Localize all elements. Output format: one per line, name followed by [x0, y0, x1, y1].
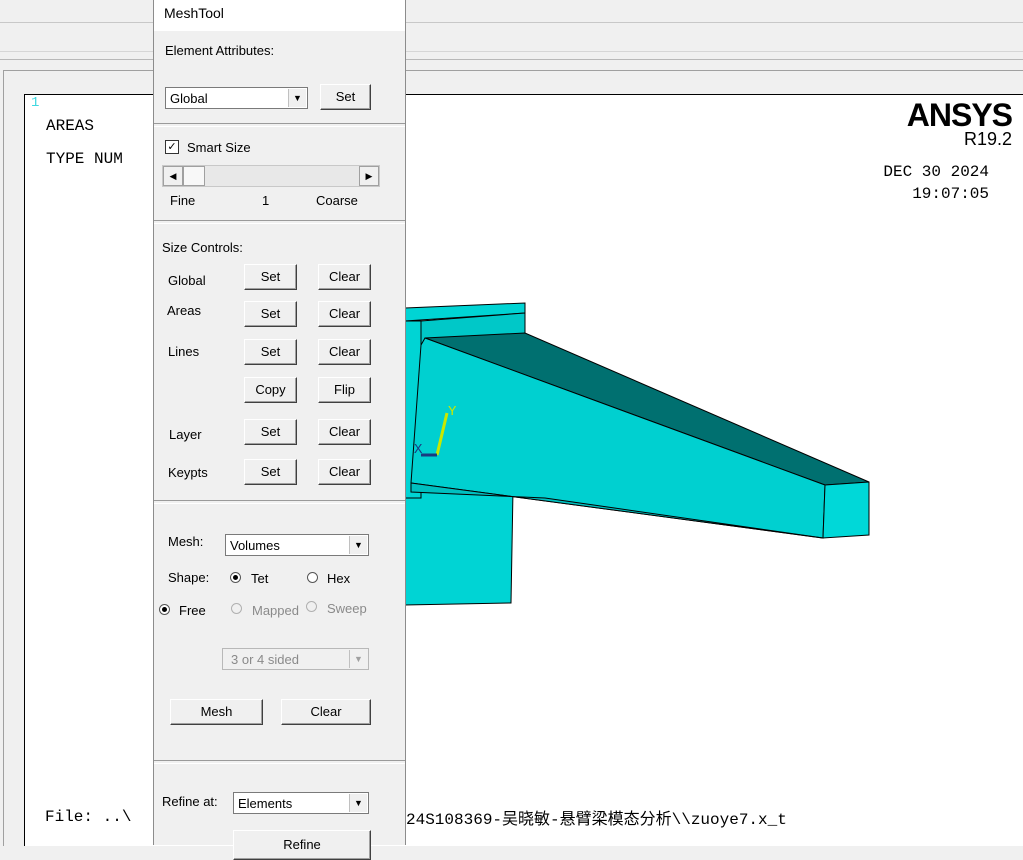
- size-lines-label: Lines: [168, 344, 200, 359]
- mesh-label: Mesh:: [168, 534, 204, 549]
- mode-sweep-radio[interactable]: [306, 601, 317, 612]
- size-areas-set-button[interactable]: Set: [244, 301, 297, 327]
- divider: [154, 123, 405, 127]
- slider-coarse-label: Coarse: [316, 193, 358, 208]
- shape-hex-label: Hex: [327, 571, 351, 586]
- size-controls-label: Size Controls:: [162, 240, 243, 255]
- slider-value: 1: [262, 193, 270, 208]
- element-attributes-label: Element Attributes:: [165, 43, 275, 58]
- divider: [154, 500, 405, 504]
- chevron-down-icon: ▼: [288, 89, 306, 107]
- size-global-clear-button[interactable]: Clear: [318, 264, 371, 290]
- element-attributes-value: Global: [170, 91, 208, 106]
- size-keypts-set-button[interactable]: Set: [244, 459, 297, 485]
- meshtool-panel: MeshTool Element Attributes: Global ▼ Se…: [153, 0, 406, 860]
- element-attributes-select[interactable]: Global ▼: [165, 87, 308, 109]
- smart-size-slider[interactable]: ◀ ▶: [162, 165, 380, 187]
- mesh-button[interactable]: Mesh: [170, 699, 263, 725]
- size-keypts-label: Keypts: [168, 465, 208, 480]
- chevron-down-icon: ▼: [349, 536, 367, 554]
- sided-select[interactable]: 3 or 4 sided ▼: [222, 648, 369, 670]
- mode-sweep-label: Sweep: [327, 601, 367, 616]
- mode-free-radio[interactable]: [159, 604, 170, 615]
- chevron-down-icon: ▼: [349, 650, 367, 668]
- shape-tet-radio[interactable]: [230, 572, 241, 583]
- size-layer-label: Layer: [169, 427, 202, 442]
- shape-tet-label: Tet: [251, 571, 269, 586]
- mode-mapped-radio[interactable]: [231, 603, 242, 614]
- size-areas-label: Areas: [167, 303, 201, 318]
- slider-fine-label: Fine: [170, 193, 196, 208]
- mode-mapped-label: Mapped: [252, 603, 299, 618]
- shape-hex-radio[interactable]: [307, 572, 318, 583]
- chevron-down-icon: ▼: [349, 794, 367, 812]
- beam-end-face: [822, 481, 870, 539]
- shape-label: Shape:: [168, 570, 210, 585]
- mesh-entity-select[interactable]: Volumes ▼: [225, 534, 369, 556]
- meshtool-title: MeshTool: [164, 5, 224, 21]
- size-keypts-clear-button[interactable]: Clear: [318, 459, 371, 485]
- size-lines-copy-button[interactable]: Copy: [244, 377, 297, 403]
- refine-button[interactable]: Refine: [233, 830, 371, 860]
- smart-size-label: Smart Size: [187, 140, 251, 155]
- size-areas-clear-button[interactable]: Clear: [318, 301, 371, 327]
- size-lines-set-button[interactable]: Set: [244, 339, 297, 365]
- sided-value: 3 or 4 sided: [231, 652, 299, 667]
- size-global-set-button[interactable]: Set: [244, 264, 297, 290]
- mode-free-label: Free: [179, 603, 206, 618]
- element-attributes-set-button[interactable]: Set: [320, 84, 371, 110]
- divider: [154, 220, 405, 224]
- slider-right-arrow-icon[interactable]: ▶: [359, 166, 379, 186]
- refine-at-label: Refine at:: [162, 794, 218, 809]
- slider-thumb[interactable]: [183, 166, 205, 186]
- size-layer-clear-button[interactable]: Clear: [318, 419, 371, 445]
- size-lines-flip-button[interactable]: Flip: [318, 377, 371, 403]
- size-layer-set-button[interactable]: Set: [244, 419, 297, 445]
- support-block-front: [404, 489, 514, 606]
- slider-left-arrow-icon[interactable]: ◀: [163, 166, 183, 186]
- refine-at-select[interactable]: Elements ▼: [233, 792, 369, 814]
- size-lines-clear-button[interactable]: Clear: [318, 339, 371, 365]
- triad-y-label: Y: [448, 404, 457, 420]
- meshtool-titlebar[interactable]: MeshTool: [154, 0, 405, 31]
- mesh-entity-value: Volumes: [230, 538, 280, 553]
- triad-x-label: X: [414, 442, 423, 458]
- mesh-clear-button[interactable]: Clear: [281, 699, 371, 725]
- refine-at-value: Elements: [238, 796, 293, 811]
- divider: [154, 760, 405, 764]
- size-global-label: Global: [168, 273, 206, 288]
- smart-size-checkbox[interactable]: ✓: [165, 140, 179, 154]
